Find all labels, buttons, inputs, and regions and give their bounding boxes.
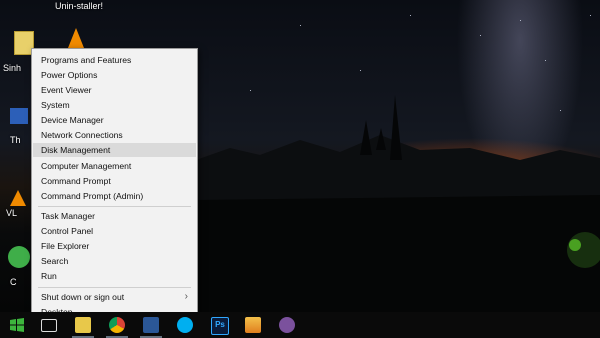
- menu-item-computer-management[interactable]: Computer Management: [33, 159, 196, 173]
- start-icon: [10, 318, 24, 332]
- chevron-right-icon: ›: [184, 291, 188, 302]
- menu-item-task-manager[interactable]: Task Manager: [33, 209, 196, 223]
- desktop-icon-label-uninstaller: Unin-staller!: [55, 1, 104, 11]
- menu-item-command-prompt-admin[interactable]: Command Prompt (Admin): [33, 189, 196, 203]
- desktop-icon-label: Sinh: [3, 63, 22, 73]
- menu-item-programs-and-features[interactable]: Programs and Features: [33, 53, 196, 67]
- taskbar-file-explorer[interactable]: [68, 312, 98, 338]
- word-document-icon[interactable]: [10, 108, 28, 124]
- menu-item-shut-down-or-sign-out[interactable]: Shut down or sign out ›: [33, 290, 196, 304]
- desktop-icon-label: VL: [6, 208, 18, 218]
- menu-separator: [38, 287, 191, 288]
- taskbar-skype[interactable]: [170, 312, 200, 338]
- menu-item-search[interactable]: Search: [33, 254, 196, 268]
- taskbar-photoshop[interactable]: Ps: [204, 312, 234, 338]
- photoshop-icon: Ps: [211, 317, 229, 335]
- menu-item-system[interactable]: System: [33, 98, 196, 112]
- vlc-icon[interactable]: [68, 28, 84, 48]
- task-view-button[interactable]: [34, 312, 64, 338]
- start-button[interactable]: [2, 312, 32, 338]
- task-view-icon: [41, 319, 57, 332]
- taskbar-media-player[interactable]: [238, 312, 268, 338]
- media-player-icon: [245, 317, 261, 333]
- menu-item-disk-management[interactable]: Disk Management: [33, 143, 196, 157]
- menu-item-file-explorer[interactable]: File Explorer: [33, 239, 196, 253]
- taskbar-viber[interactable]: [272, 312, 302, 338]
- menu-item-command-prompt[interactable]: Command Prompt: [33, 174, 196, 188]
- power-user-menu: Programs and Features Power Options Even…: [31, 48, 198, 324]
- skype-icon: [177, 317, 193, 333]
- app-icon[interactable]: [8, 246, 30, 268]
- menu-item-network-connections[interactable]: Network Connections: [33, 128, 196, 142]
- menu-item-power-options[interactable]: Power Options: [33, 68, 196, 82]
- desktop-icon-label: C: [10, 277, 17, 287]
- menu-separator: [38, 206, 191, 207]
- viber-icon: [279, 317, 295, 333]
- word-icon: [143, 317, 159, 333]
- chrome-icon: [109, 317, 125, 333]
- menu-item-run[interactable]: Run: [33, 269, 196, 283]
- menu-item-label: Shut down or sign out: [41, 292, 125, 302]
- taskbar-word[interactable]: [136, 312, 166, 338]
- taskbar-chrome[interactable]: [102, 312, 132, 338]
- menu-item-control-panel[interactable]: Control Panel: [33, 224, 196, 238]
- menu-item-event-viewer[interactable]: Event Viewer: [33, 83, 196, 97]
- taskbar: Ps: [0, 312, 600, 338]
- vlc-icon[interactable]: [10, 190, 26, 206]
- file-explorer-icon: [75, 317, 91, 333]
- desktop-icon-label: Th: [10, 135, 21, 145]
- menu-item-device-manager[interactable]: Device Manager: [33, 113, 196, 127]
